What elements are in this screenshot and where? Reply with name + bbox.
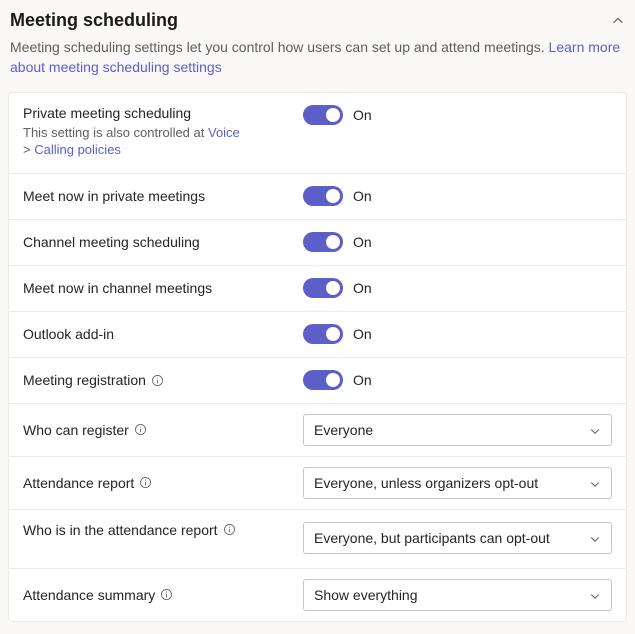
info-icon[interactable] bbox=[160, 588, 173, 601]
meet-now-channel-toggle[interactable] bbox=[303, 278, 343, 298]
channel-meeting-scheduling-toggle[interactable] bbox=[303, 232, 343, 252]
meet-now-private-toggle[interactable] bbox=[303, 186, 343, 206]
setting-label: Meeting registration bbox=[23, 372, 146, 388]
setting-label: Attendance report bbox=[23, 475, 134, 491]
chevron-up-icon[interactable] bbox=[611, 14, 625, 28]
toggle-state-label: On bbox=[353, 234, 372, 250]
setting-label: Outlook add-in bbox=[23, 326, 114, 342]
setting-label: Meet now in channel meetings bbox=[23, 280, 212, 296]
who-can-register-select[interactable]: Everyone bbox=[303, 414, 612, 446]
chevron-down-icon bbox=[589, 589, 601, 601]
section-description-text: Meeting scheduling settings let you cont… bbox=[10, 39, 549, 55]
info-icon[interactable] bbox=[139, 476, 152, 489]
toggle-state-label: On bbox=[353, 326, 372, 342]
chevron-down-icon bbox=[589, 424, 601, 436]
row-who-can-register: Who can register Everyone bbox=[9, 404, 626, 457]
section-header: Meeting scheduling bbox=[0, 0, 635, 37]
info-icon[interactable] bbox=[134, 423, 147, 436]
who-in-attendance-report-select[interactable]: Everyone, but participants can opt-out bbox=[303, 522, 612, 554]
setting-label: Attendance summary bbox=[23, 587, 155, 603]
row-meet-now-private: Meet now in private meetings On bbox=[9, 174, 626, 220]
info-icon[interactable] bbox=[151, 374, 164, 387]
section-description: Meeting scheduling settings let you cont… bbox=[0, 37, 635, 92]
chevron-down-icon bbox=[589, 532, 601, 544]
control-col: On bbox=[303, 105, 612, 125]
label-col: Private meeting scheduling This setting … bbox=[23, 105, 303, 159]
outlook-addin-toggle[interactable] bbox=[303, 324, 343, 344]
setting-sublabel: This setting is also controlled at Voice… bbox=[23, 124, 303, 159]
setting-label: Who can register bbox=[23, 422, 129, 438]
section-title: Meeting scheduling bbox=[10, 10, 178, 31]
toggle-state-label: On bbox=[353, 107, 372, 123]
private-meeting-scheduling-toggle[interactable] bbox=[303, 105, 343, 125]
row-private-meeting-scheduling: Private meeting scheduling This setting … bbox=[9, 93, 626, 174]
row-outlook-addin: Outlook add-in On bbox=[9, 312, 626, 358]
toggle-state-label: On bbox=[353, 280, 372, 296]
calling-policies-link[interactable]: Calling policies bbox=[34, 142, 121, 157]
select-value: Everyone, but participants can opt-out bbox=[314, 530, 550, 546]
setting-label: Who is in the attendance report bbox=[23, 522, 218, 538]
row-meet-now-channel: Meet now in channel meetings On bbox=[9, 266, 626, 312]
setting-label: Channel meeting scheduling bbox=[23, 234, 200, 250]
toggle-state-label: On bbox=[353, 372, 372, 388]
select-value: Everyone bbox=[314, 422, 373, 438]
attendance-report-select[interactable]: Everyone, unless organizers opt-out bbox=[303, 467, 612, 499]
info-icon[interactable] bbox=[223, 523, 236, 536]
voice-link[interactable]: Voice bbox=[208, 125, 240, 140]
meeting-registration-toggle[interactable] bbox=[303, 370, 343, 390]
setting-label: Meet now in private meetings bbox=[23, 188, 205, 204]
settings-panel: Private meeting scheduling This setting … bbox=[8, 92, 627, 622]
row-meeting-registration: Meeting registration On bbox=[9, 358, 626, 404]
select-value: Show everything bbox=[314, 587, 418, 603]
toggle-state-label: On bbox=[353, 188, 372, 204]
attendance-summary-select[interactable]: Show everything bbox=[303, 579, 612, 611]
row-channel-meeting-scheduling: Channel meeting scheduling On bbox=[9, 220, 626, 266]
chevron-down-icon bbox=[589, 477, 601, 489]
select-value: Everyone, unless organizers opt-out bbox=[314, 475, 538, 491]
setting-label: Private meeting scheduling bbox=[23, 105, 191, 121]
row-attendance-report: Attendance report Everyone, unless organ… bbox=[9, 457, 626, 510]
row-who-in-attendance-report: Who is in the attendance report Everyone… bbox=[9, 510, 626, 569]
